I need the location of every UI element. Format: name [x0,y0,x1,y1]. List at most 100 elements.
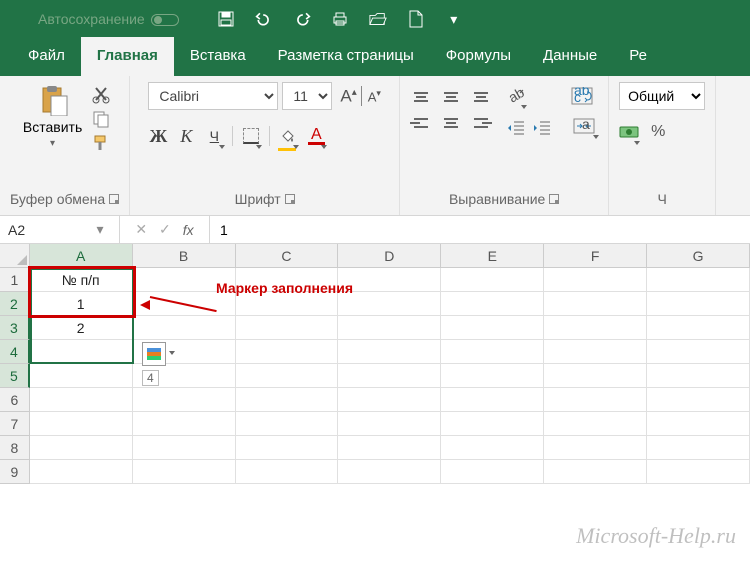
row-header[interactable]: 6 [0,388,30,412]
cell[interactable] [133,460,236,484]
orientation-icon[interactable]: ab [506,86,526,106]
tab-home[interactable]: Главная [81,37,174,76]
cell[interactable]: № п/п [30,268,133,292]
cell[interactable] [544,460,647,484]
fx-icon[interactable]: fx [183,222,194,238]
name-box[interactable]: ▾ [0,216,120,243]
cell[interactable] [30,340,133,364]
cell[interactable] [647,292,750,316]
decrease-font-icon[interactable]: A▾ [366,88,381,104]
cell[interactable] [544,316,647,340]
cell[interactable] [647,412,750,436]
cell[interactable] [133,412,236,436]
cell[interactable] [338,292,441,316]
cell[interactable] [441,340,544,364]
italic-button[interactable]: К [176,126,196,146]
cell[interactable] [441,364,544,388]
undo-icon[interactable] [255,10,273,28]
alignment-launcher[interactable] [549,194,559,204]
cell[interactable] [236,316,339,340]
cell[interactable] [544,388,647,412]
font-color-button[interactable]: А [306,126,326,146]
cell[interactable] [236,364,339,388]
tab-data[interactable]: Данные [527,37,613,76]
cell[interactable] [647,268,750,292]
wrap-text-icon[interactable]: abc [570,86,594,106]
cell[interactable] [441,316,544,340]
tab-formulas[interactable]: Формулы [430,37,527,76]
col-header[interactable]: F [544,244,647,268]
col-header[interactable]: C [236,244,339,268]
quick-print-icon[interactable] [331,10,349,28]
col-header[interactable]: B [133,244,236,268]
autosave-toggle[interactable] [151,14,179,26]
cell[interactable] [441,292,544,316]
cell[interactable] [236,412,339,436]
cell[interactable] [647,340,750,364]
cell[interactable] [544,436,647,460]
cell[interactable] [338,388,441,412]
cell[interactable] [30,436,133,460]
copy-icon[interactable] [92,110,110,126]
cell[interactable] [30,388,133,412]
tab-insert[interactable]: Вставка [174,37,262,76]
row-header[interactable]: 7 [0,412,30,436]
row-header[interactable]: 4 [0,340,30,364]
bold-button[interactable]: Ж [148,126,168,146]
cell[interactable] [338,316,441,340]
row-header[interactable]: 9 [0,460,30,484]
cell[interactable] [30,412,133,436]
cell[interactable] [647,436,750,460]
col-header[interactable]: G [647,244,750,268]
open-icon[interactable] [369,10,387,28]
cell[interactable] [133,316,236,340]
cell[interactable] [544,340,647,364]
decrease-indent-icon[interactable] [506,118,526,138]
cell[interactable] [441,460,544,484]
cell[interactable] [647,316,750,340]
row-header[interactable]: 8 [0,436,30,460]
save-icon[interactable] [217,10,235,28]
align-left-icon[interactable] [410,112,432,134]
col-header[interactable]: A [30,244,133,268]
cell[interactable] [133,436,236,460]
cell[interactable] [441,412,544,436]
align-bottom-icon[interactable] [470,86,492,108]
cell[interactable] [544,292,647,316]
name-box-input[interactable] [0,222,90,238]
currency-icon[interactable] [619,122,639,142]
align-center-icon[interactable] [440,112,462,134]
align-middle-icon[interactable] [440,86,462,108]
col-header[interactable]: D [338,244,441,268]
cell[interactable] [236,460,339,484]
cell[interactable] [338,340,441,364]
font-name-combo[interactable]: Calibri [148,82,278,110]
col-header[interactable]: E [441,244,544,268]
new-icon[interactable] [407,10,425,28]
cell[interactable]: 2 [30,316,133,340]
redo-icon[interactable] [293,10,311,28]
cell[interactable] [647,460,750,484]
name-box-dropdown-icon[interactable]: ▾ [90,221,110,238]
cancel-icon[interactable]: ✕ [135,221,147,238]
formula-input[interactable] [210,216,750,243]
percent-icon[interactable]: % [651,123,665,141]
cell[interactable] [30,460,133,484]
cell[interactable] [133,388,236,412]
tab-file[interactable]: Файл [12,37,81,76]
clipboard-launcher[interactable] [109,194,119,204]
increase-indent-icon[interactable] [532,118,552,138]
cell[interactable] [30,364,133,388]
cell[interactable] [544,364,647,388]
cell[interactable] [441,268,544,292]
select-all-corner[interactable] [0,244,30,268]
qat-customize-icon[interactable]: ▾ [445,10,463,28]
cell[interactable] [338,460,441,484]
cell[interactable] [236,436,339,460]
autofill-options-button[interactable] [142,342,166,366]
cell[interactable] [338,268,441,292]
cell[interactable] [647,388,750,412]
cell[interactable] [441,436,544,460]
merge-center-icon[interactable]: a [570,116,598,136]
fill-color-button[interactable] [278,126,298,146]
